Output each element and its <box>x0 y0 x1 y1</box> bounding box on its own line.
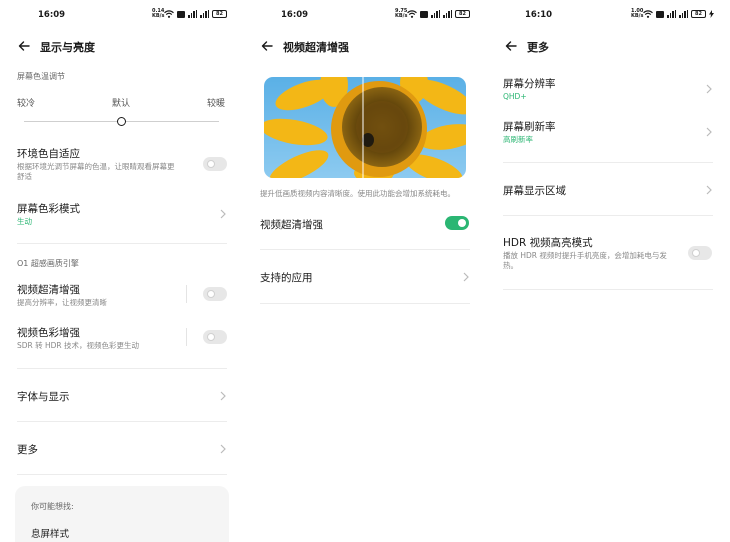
divider <box>17 368 227 369</box>
ambient-switch[interactable] <box>203 157 227 171</box>
chevron-right-icon <box>463 272 469 282</box>
chevron-right-icon <box>706 127 712 137</box>
divider <box>503 289 713 290</box>
separator <box>186 328 187 346</box>
color-temp-slider-thumb[interactable] <box>117 117 126 126</box>
page-title: 视频超清增强 <box>283 41 349 54</box>
video-enhance-switch[interactable] <box>445 216 469 230</box>
color-mode-value: 生动 <box>17 217 32 226</box>
suggestion-card: 你可能想找: 息屏样式 <box>15 486 229 542</box>
video-color-title: 视频色彩增强 <box>17 327 80 339</box>
video-color-sub: SDR 转 HDR 技术，视频色彩更生动 <box>17 341 140 350</box>
divider <box>260 303 470 304</box>
temp-warm-label: 较暖 <box>207 99 226 109</box>
ambient-title: 环境色自适应 <box>17 148 80 160</box>
suggest-item-aod[interactable]: 息屏样式 <box>31 526 69 540</box>
signal2-icon <box>443 10 452 18</box>
display-brightness-screen: 16:09 0.14 KB/s 82 显示与亮度 屏幕色温调节 较冷 默认 较暖 … <box>0 0 243 542</box>
chevron-right-icon <box>220 444 226 454</box>
divider <box>17 243 227 244</box>
divider <box>17 421 227 422</box>
video-color-switch[interactable] <box>203 330 227 344</box>
color-mode-title: 屏幕色彩模式 <box>17 203 80 215</box>
chevron-right-icon <box>706 185 712 195</box>
sunflower-preview-image <box>264 77 466 178</box>
status-bar: 16:09 9.75 KB/s 82 <box>243 9 486 23</box>
back-arrow-icon[interactable] <box>260 39 274 53</box>
font-display-title: 字体与显示 <box>17 391 70 403</box>
temp-default-label: 默认 <box>112 99 131 109</box>
video-enhance-screen: 16:09 9.75 KB/s 82 视频超清增强 提升低画质视频内容清晰度。使… <box>243 0 486 542</box>
suggest-caption: 你可能想找: <box>31 502 74 511</box>
video-enhance-sub: 提高分辨率，让视频更清晰 <box>17 298 107 307</box>
signal2-icon <box>200 10 209 18</box>
refresh-rate-value: 高刷新率 <box>503 135 533 144</box>
page-title: 更多 <box>527 41 549 54</box>
supported-apps-title: 支持的应用 <box>260 272 313 284</box>
back-arrow-icon[interactable] <box>17 39 31 53</box>
divider <box>503 162 713 163</box>
display-area-title: 屏幕显示区域 <box>503 185 566 197</box>
battery-icon: 82 <box>455 10 470 18</box>
divider <box>260 249 470 250</box>
video-enhance-switch[interactable] <box>203 287 227 301</box>
divider <box>503 215 713 216</box>
hd-icon <box>656 10 664 18</box>
wifi-icon <box>164 10 174 18</box>
wifi-icon <box>407 10 417 18</box>
resolution-title: 屏幕分辨率 <box>503 78 556 90</box>
battery-icon: 82 <box>691 10 706 18</box>
signal-icon <box>431 10 440 18</box>
feature-description: 提升低画质视频内容清晰度。使用此功能会增加系统耗电。 <box>260 189 455 198</box>
hdr-mode-switch[interactable] <box>688 246 712 260</box>
color-temp-caption: 屏幕色温调节 <box>17 72 65 81</box>
temp-cold-label: 较冷 <box>17 99 36 109</box>
engine-caption: O1 超感画质引擎 <box>17 259 79 268</box>
net-speed: 9.75 KB/s <box>395 8 408 19</box>
back-arrow-icon[interactable] <box>504 39 518 53</box>
page-title: 显示与亮度 <box>40 41 95 54</box>
hd-icon <box>420 10 428 18</box>
chevron-right-icon <box>220 391 226 401</box>
signal-icon <box>667 10 676 18</box>
hdr-mode-title: HDR 视频高亮模式 <box>503 237 593 249</box>
status-bar: 16:10 1.00 KB/s 82 <box>487 9 730 23</box>
hdr-mode-sub: 播放 HDR 视频时提升手机亮度，会增加耗电与发 热。 <box>503 251 667 270</box>
status-time: 16:09 <box>281 10 309 20</box>
more-title: 更多 <box>17 444 38 456</box>
signal-icon <box>188 10 197 18</box>
charging-bolt-icon <box>709 10 714 18</box>
video-enhance-title: 视频超清增强 <box>260 219 323 231</box>
wifi-icon <box>643 10 653 18</box>
chevron-right-icon <box>220 209 226 219</box>
divider <box>17 474 227 475</box>
net-speed: 0.14 KB/s <box>152 8 165 19</box>
chevron-right-icon <box>706 84 712 94</box>
status-time: 16:10 <box>525 10 553 20</box>
ambient-sub: 根据环境光调节屏幕的色温，让眼睛观看屏幕更 舒适 <box>17 162 175 181</box>
more-screen: 16:10 1.00 KB/s 82 更多 屏幕分辨率 QHD+ 屏幕刷新率 高刷… <box>487 0 730 542</box>
resolution-value: QHD+ <box>503 92 527 101</box>
status-time: 16:09 <box>38 10 66 20</box>
refresh-rate-title: 屏幕刷新率 <box>503 121 556 133</box>
net-speed: 1.00 KB/s <box>631 8 644 19</box>
video-enhance-title: 视频超清增强 <box>17 284 80 296</box>
signal2-icon <box>679 10 688 18</box>
hd-icon <box>177 10 185 18</box>
separator <box>186 285 187 303</box>
status-bar: 16:09 0.14 KB/s 82 <box>0 9 243 23</box>
battery-icon: 82 <box>212 10 227 18</box>
